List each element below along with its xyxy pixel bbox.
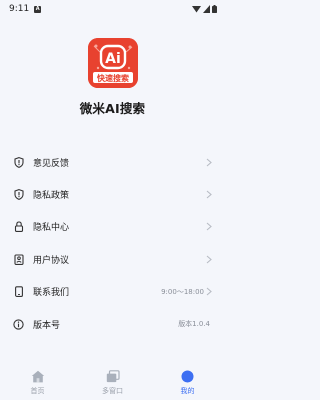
app-name: 微米AI搜索 [79, 101, 146, 116]
menu-label: 意见反馈 [33, 158, 70, 169]
menu-label: 用户协议 [33, 255, 70, 266]
chevron-right-icon [206, 255, 212, 264]
info-circle-icon [13, 318, 24, 330]
tab-mine[interactable]: 我的 [150, 362, 225, 400]
logo-subtext: 快速搜索 [97, 73, 129, 83]
menu-item-privacy-center[interactable]: 隐私中心 [0, 211, 225, 243]
tab-home[interactable]: 首页 [0, 362, 75, 400]
chevron-right-icon [206, 223, 212, 231]
battery-icon [212, 5, 217, 13]
menu-label: 隐私政策 [33, 191, 70, 202]
contact-hours: 9:00～18:00 [161, 287, 204, 296]
notification-icon: A [34, 5, 42, 13]
tab-label: 我的 [180, 387, 195, 395]
app-logo: Ai 快速搜索 [88, 38, 138, 88]
windows-icon [105, 368, 121, 384]
menu-label: 版本号 [33, 320, 61, 331]
shield-info-icon [13, 156, 24, 168]
status-bar: 9:11 A [0, 0, 225, 18]
tab-multi-window[interactable]: 多窗口 [75, 362, 150, 400]
tab-label: 多窗口 [102, 387, 123, 395]
menu-item-user-agreement[interactable]: 用户协议 [0, 243, 225, 275]
menu-item-version: 版本号 版本1.0.4 [0, 308, 225, 340]
menu-item-contact-us[interactable]: 联系我们 9:00～18:00 [0, 276, 225, 308]
wifi-icon [192, 6, 201, 13]
tab-label: 首页 [30, 387, 45, 395]
menu-item-feedback[interactable]: 意见反馈 [0, 146, 225, 178]
lock-icon [13, 221, 24, 233]
phone-icon [13, 286, 24, 298]
status-left: 9:11 A [9, 4, 42, 14]
settings-menu: 意见反馈 隐私政策 隐私中心 用户协议 联系我们 9:00～18:00 版本号 … [0, 146, 225, 340]
status-right [192, 5, 217, 13]
chevron-right-icon [206, 287, 212, 296]
version-number: 版本1.0.4 [178, 320, 210, 329]
bottom-tab-bar: 首页 多窗口 我的 [0, 362, 225, 400]
menu-label: 联系我们 [33, 288, 70, 299]
profile-dot-icon [180, 368, 196, 384]
menu-label: 隐私中心 [33, 223, 70, 234]
chevron-right-icon [206, 158, 212, 167]
menu-item-privacy-policy[interactable]: 隐私政策 [0, 178, 225, 210]
chevron-right-icon [206, 190, 212, 199]
signal-icon [203, 5, 210, 13]
id-card-icon [13, 254, 24, 265]
status-time: 9:11 [9, 4, 30, 14]
home-icon [30, 368, 46, 384]
logo-text: Ai [105, 51, 121, 67]
shield-info-icon [13, 189, 24, 201]
